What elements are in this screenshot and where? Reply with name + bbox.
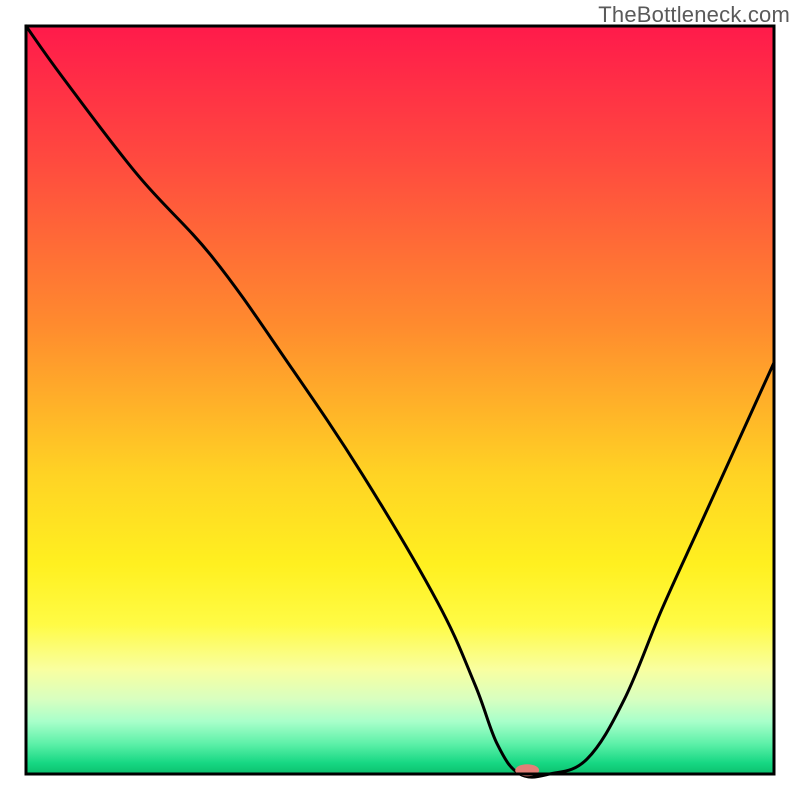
chart-svg [0,0,800,800]
watermark-text: TheBottleneck.com [598,2,790,28]
bottleneck-chart: TheBottleneck.com [0,0,800,800]
plot-background [26,26,774,774]
plot-area [26,26,774,777]
